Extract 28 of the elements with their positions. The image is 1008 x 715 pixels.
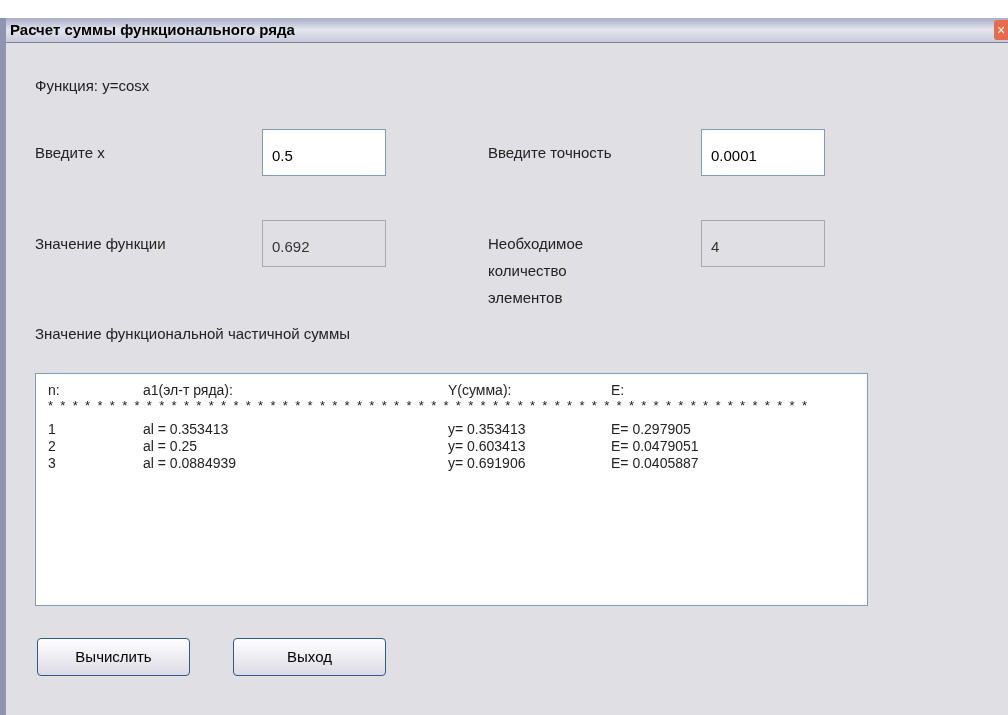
list-cell-text: 2: [48, 438, 57, 455]
column-header: E:: [611, 382, 626, 399]
action-button[interactable]: Выход: [233, 638, 386, 676]
list-cell-text: 1: [48, 421, 57, 438]
input-field[interactable]: 0.5: [262, 128, 386, 176]
field-label: Необходимое количество элементов: [488, 233, 585, 308]
field-label: Введите точность: [488, 142, 613, 163]
list-cell-text: al = 0.353413: [143, 421, 230, 438]
action-button[interactable]: Вычислить: [37, 638, 190, 676]
function-label: Функция: y=cosx: [35, 76, 151, 96]
field-label: Введите x: [35, 142, 106, 163]
list-cell-text: y= 0.603413: [448, 438, 527, 455]
separator-line: **************************************************************: [48, 399, 816, 412]
list-cell-text: y= 0.691906: [448, 455, 527, 472]
list-cell-text: al = 0.0884939: [143, 455, 238, 472]
field-label: Значение функции: [35, 233, 167, 254]
list-cell-text: 3: [48, 455, 57, 472]
list-cell-text: y= 0.353413: [448, 421, 527, 438]
window-title: Расчет суммы функционального ряда: [10, 19, 295, 40]
column-header: a1(эл-т ряда):: [143, 382, 234, 399]
column-header: n:: [48, 382, 61, 399]
input-field[interactable]: 0.0001: [701, 128, 825, 176]
results-label: Значение функциональной частичной суммы: [35, 323, 351, 344]
list-cell-text: al = 0.25: [143, 438, 199, 455]
column-header: Y(сумма):: [448, 382, 513, 399]
list-cell-text: E= 0.0405887: [611, 455, 700, 472]
list-cell-text: E= 0.297905: [611, 421, 692, 438]
list-cell-text: E= 0.0479051: [611, 438, 700, 455]
